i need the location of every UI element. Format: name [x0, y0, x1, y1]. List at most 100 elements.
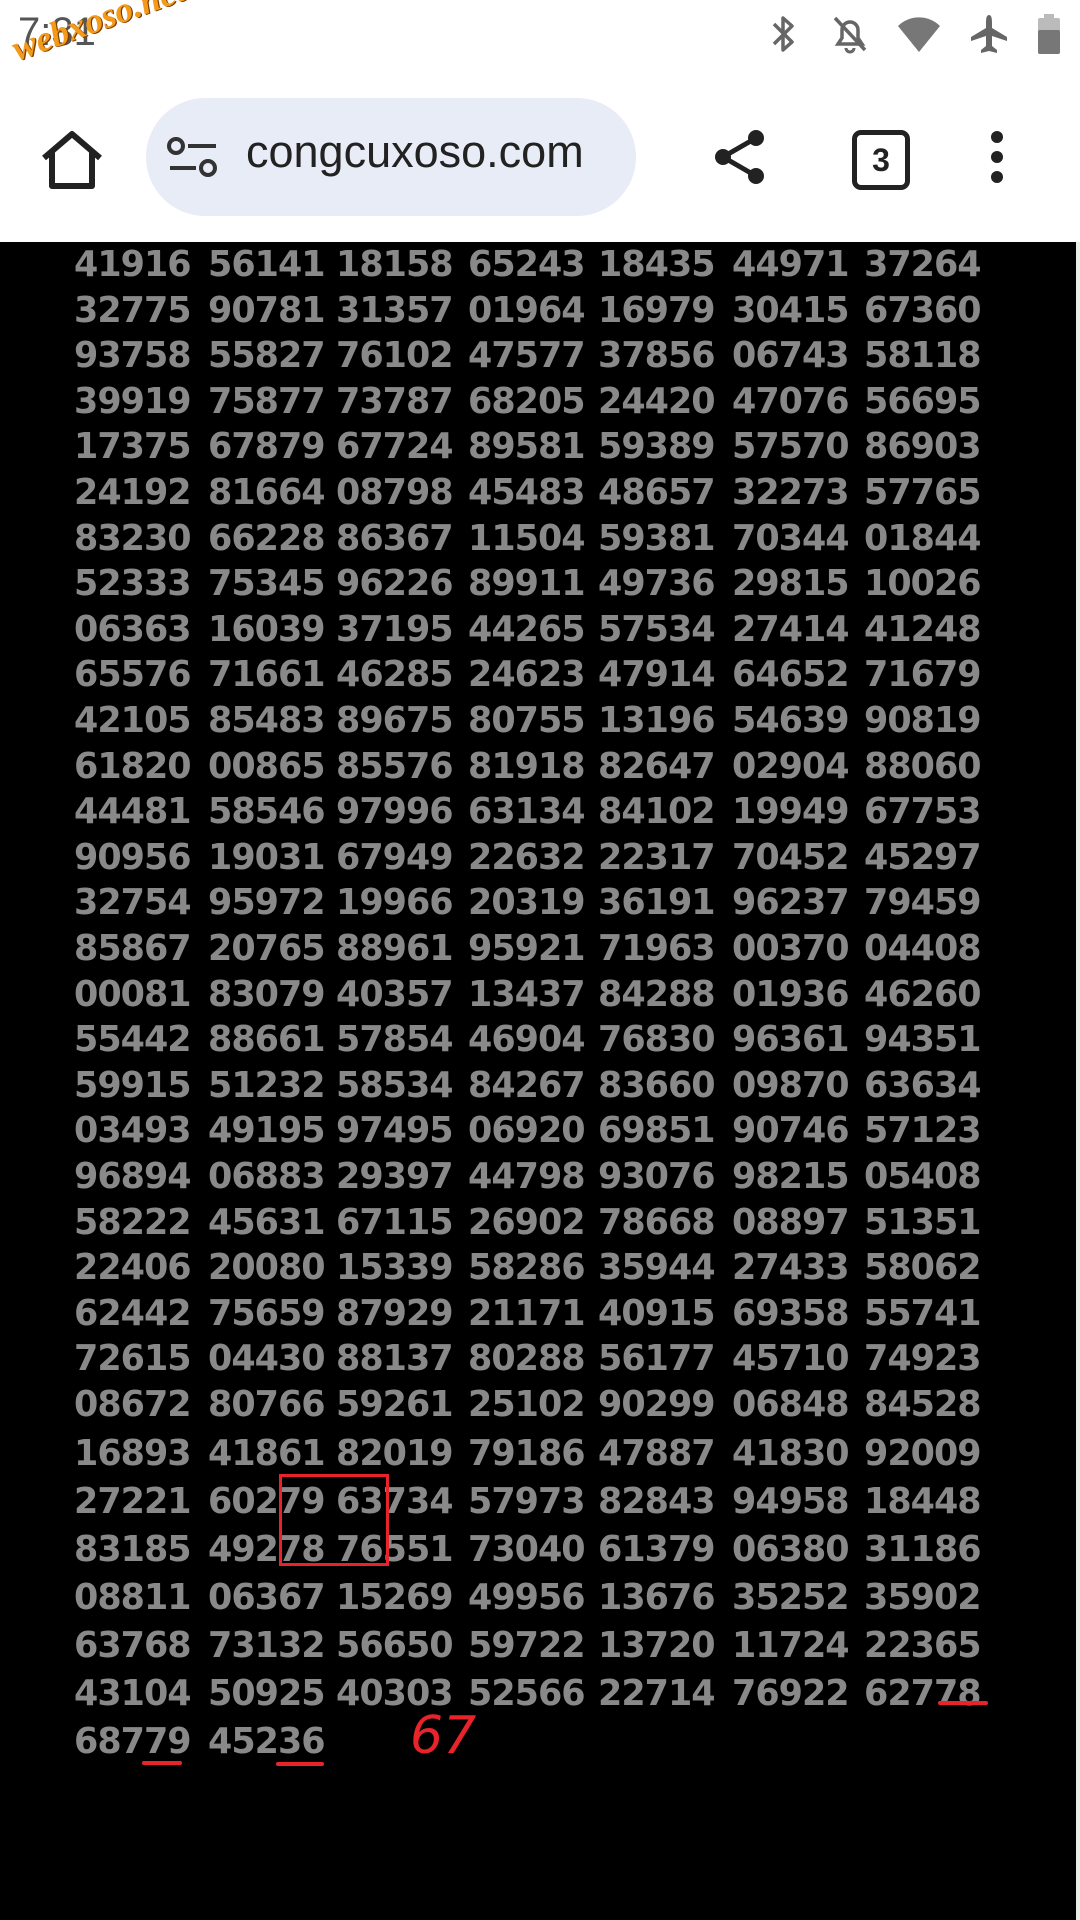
handwritten-number: 67	[410, 1706, 477, 1766]
number-cell: 56650	[336, 1625, 454, 1666]
number-cell: 18448	[864, 1481, 982, 1522]
number-cell: 56177	[598, 1338, 716, 1379]
number-cell: 57534	[598, 609, 716, 650]
number-cell: 65576	[74, 654, 192, 695]
number-cell: 88137	[336, 1338, 454, 1379]
number-cell: 95921	[468, 928, 586, 969]
number-cell: 81918	[468, 746, 586, 787]
number-cell: 01964	[468, 290, 586, 331]
address-bar[interactable]: congcuxoso.com	[146, 98, 636, 216]
number-cell: 01936	[732, 974, 850, 1015]
number-cell: 86903	[864, 426, 982, 467]
share-icon	[715, 130, 764, 184]
number-cell: 24623	[468, 654, 586, 695]
number-cell: 31357	[336, 290, 454, 331]
number-cell: 22406	[74, 1247, 192, 1288]
number-cell: 69851	[598, 1110, 716, 1151]
number-cell: 84528	[864, 1384, 982, 1425]
number-cell: 24192	[74, 472, 192, 513]
number-cell: 76102	[336, 335, 454, 376]
number-cell: 32754	[74, 882, 192, 923]
number-cell: 45710	[732, 1338, 850, 1379]
number-cell: 26902	[468, 1202, 586, 1243]
number-cell: 49736	[598, 563, 716, 604]
home-button[interactable]	[38, 126, 106, 194]
number-cell: 51351	[864, 1202, 982, 1243]
number-cell: 76830	[598, 1019, 716, 1060]
number-cell: 96361	[732, 1019, 850, 1060]
share-button[interactable]	[712, 128, 768, 186]
number-cell: 57765	[864, 472, 982, 513]
status-bar: 7:31 webxoso.net	[0, 0, 1080, 80]
number-cell: 80766	[208, 1384, 326, 1425]
number-cell: 06367	[208, 1577, 326, 1618]
number-cell: 05408	[864, 1156, 982, 1197]
number-cell: 20080	[208, 1247, 326, 1288]
number-cell: 83079	[208, 974, 326, 1015]
number-cell: 15269	[336, 1577, 454, 1618]
number-cell: 94958	[732, 1481, 850, 1522]
number-cell: 82843	[598, 1481, 716, 1522]
number-cell: 75659	[208, 1293, 326, 1334]
underline-mark	[276, 1762, 324, 1766]
number-cell: 67724	[336, 426, 454, 467]
number-cell: 58286	[468, 1247, 586, 1288]
number-cell: 09870	[732, 1065, 850, 1106]
number-cell: 41861	[208, 1433, 326, 1474]
number-cell: 86367	[336, 518, 454, 559]
number-cell: 73040	[468, 1529, 586, 1570]
number-cell: 97996	[336, 791, 454, 832]
number-cell: 06363	[74, 609, 192, 650]
number-cell: 16979	[598, 290, 716, 331]
number-cell: 06380	[732, 1529, 850, 1570]
number-cell: 44481	[74, 791, 192, 832]
number-cell: 90746	[732, 1110, 850, 1151]
number-cell: 45236	[208, 1721, 326, 1762]
number-cell: 88060	[864, 746, 982, 787]
number-cell: 96226	[336, 563, 454, 604]
number-cell: 58534	[336, 1065, 454, 1106]
number-cell: 08897	[732, 1202, 850, 1243]
number-cell: 06920	[468, 1110, 586, 1151]
number-cell: 96237	[732, 882, 850, 923]
number-cell: 55827	[208, 335, 326, 376]
more-menu-button[interactable]	[990, 130, 1004, 184]
number-cell: 66228	[208, 518, 326, 559]
number-cell: 39919	[74, 381, 192, 422]
number-cell: 73787	[336, 381, 454, 422]
number-cell: 19966	[336, 882, 454, 923]
number-cell: 24420	[598, 381, 716, 422]
number-cell: 67879	[208, 426, 326, 467]
number-cell: 59722	[468, 1625, 586, 1666]
number-cell: 55741	[864, 1293, 982, 1334]
number-cell: 71661	[208, 654, 326, 695]
number-cell: 68205	[468, 381, 586, 422]
number-cell: 49956	[468, 1577, 586, 1618]
number-cell: 22632	[468, 837, 586, 878]
number-cell: 94351	[864, 1019, 982, 1060]
battery-icon	[1036, 12, 1062, 61]
number-cell: 27221	[74, 1481, 192, 1522]
number-cell: 58062	[864, 1247, 982, 1288]
number-cell: 58118	[864, 335, 982, 376]
number-cell: 11724	[732, 1625, 850, 1666]
number-cell: 58546	[208, 791, 326, 832]
number-cell: 59389	[598, 426, 716, 467]
site-info-icon[interactable]	[166, 134, 222, 182]
number-cell: 85867	[74, 928, 192, 969]
number-cell: 57854	[336, 1019, 454, 1060]
browser-toolbar: congcuxoso.com 3	[0, 80, 1080, 242]
number-cell: 85576	[336, 746, 454, 787]
number-cell: 44971	[732, 244, 850, 285]
number-cell: 13720	[598, 1625, 716, 1666]
number-cell: 20765	[208, 928, 326, 969]
number-cell: 08672	[74, 1384, 192, 1425]
number-cell: 00370	[732, 928, 850, 969]
number-cell: 59381	[598, 518, 716, 559]
tab-switcher-button[interactable]: 3	[852, 130, 910, 190]
number-cell: 04408	[864, 928, 982, 969]
number-cell: 83185	[74, 1529, 192, 1570]
number-cell: 89675	[336, 700, 454, 741]
number-cell: 63134	[468, 791, 586, 832]
underline-mark	[938, 1701, 988, 1705]
